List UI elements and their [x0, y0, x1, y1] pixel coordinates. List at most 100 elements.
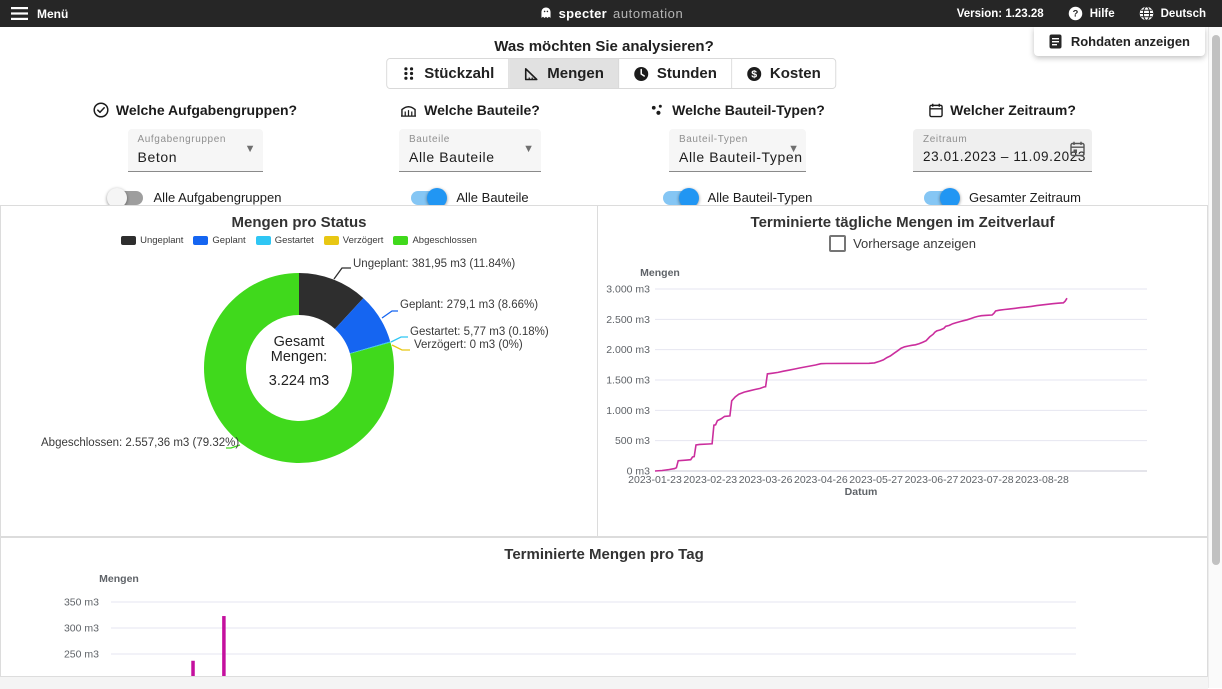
filter-bauteile: Welche Bauteile? Bauteile Alle Bauteile … [360, 102, 580, 205]
svg-text:2023-04-26: 2023-04-26 [794, 474, 848, 486]
filter-question: Welche Bauteile? [424, 102, 540, 118]
raw-data-button[interactable]: Rohdaten anzeigen [1034, 27, 1205, 56]
vorhersage-checkbox[interactable] [829, 235, 846, 252]
chevron-down-icon: ▼ [523, 143, 534, 155]
scrollbar-thumb[interactable] [1212, 35, 1220, 565]
toggle-label: Alle Aufgabengruppen [154, 190, 282, 205]
bar-chart-panel: Terminierte Mengen pro Tag 350 m3300 m32… [0, 537, 1208, 676]
calendar-icon [929, 103, 943, 118]
svg-text:?: ? [1072, 9, 1078, 19]
toggle-label: Alle Bauteil-Typen [708, 190, 813, 205]
menu-label: Menü [37, 7, 68, 21]
version-label: Version: 1.23.28 [957, 8, 1044, 20]
line-chart-svg: 0 m3500 m31.000 m31.500 m32.000 m32.500 … [598, 266, 1208, 506]
callout-abgeschlossen: Abgeschlossen: 2.557,36 m3 (79.32%) [41, 437, 223, 449]
callout-gestartet: Gestartet: 5,77 m3 (0.18%) [410, 326, 549, 338]
dollar-circle-icon: $ [746, 66, 762, 82]
cumulative-line-series [655, 298, 1067, 471]
filter-question: Welcher Zeitraum? [950, 102, 1076, 118]
chevron-down-icon: ▼ [245, 143, 256, 155]
language-button[interactable]: Deutsch [1139, 6, 1206, 21]
callout-line [391, 337, 408, 342]
filter-bauteil-typen: Welche Bauteil-Typen? Bauteil-Typen Alle… [620, 102, 855, 205]
filter-question: Welche Bauteil-Typen? [672, 102, 825, 118]
svg-text:300 m3: 300 m3 [64, 623, 99, 635]
page-bottom-strip [0, 676, 1208, 689]
svg-text:3.000 m3: 3.000 m3 [606, 284, 650, 296]
scatter-dots-icon [650, 103, 665, 118]
line-chart-title: Terminierte tägliche Mengen im Zeitverla… [598, 214, 1207, 231]
vertical-scrollbar [1208, 27, 1222, 688]
svg-text:Mengen: Mengen [99, 573, 139, 585]
charts-top-row: Mengen pro Status UngeplantGeplantGestar… [0, 205, 1208, 537]
svg-text:1.500 m3: 1.500 m3 [606, 375, 650, 387]
alle-aufgabengruppen-toggle[interactable] [109, 191, 143, 205]
set-square-icon [523, 66, 539, 82]
brand-name: specter [559, 6, 607, 21]
gesamter-zeitraum-toggle[interactable] [924, 191, 958, 205]
callout-ungeplant: Ungeplant: 381,95 m3 (11.84%) [353, 258, 515, 270]
callout-verzoegert: Verzögert: 0 m3 (0%) [414, 339, 523, 351]
toggle-label: Gesamter Zeitraum [969, 190, 1081, 205]
svg-text:2023-03-26: 2023-03-26 [739, 474, 793, 486]
raw-data-label: Rohdaten anzeigen [1071, 34, 1190, 49]
zeitraum-field[interactable]: Zeitraum 23.01.2023 – 11.09.2023 [913, 129, 1092, 172]
vorhersage-checkbox-label: Vorhersage anzeigen [853, 236, 976, 251]
alle-bauteil-typen-toggle[interactable] [663, 191, 697, 205]
svg-text:2023-08-28: 2023-08-28 [1015, 474, 1069, 486]
chevron-down-icon: ▼ [788, 143, 799, 155]
svg-text:Datum: Datum [845, 486, 878, 498]
app-header: specter automation Menü Version: 1.23.28… [0, 0, 1222, 27]
bauteil-typen-select[interactable]: Bauteil-Typen Alle Bauteil-Typen ▼ [669, 129, 806, 172]
bar-terminierte-menge[interactable] [191, 661, 195, 676]
hamburger-icon [11, 7, 28, 20]
filter-aufgabengruppen: Welche Aufgabengruppen? Aufgabengruppen … [60, 102, 330, 205]
check-circle-icon [93, 102, 109, 118]
callout-line [334, 268, 351, 279]
tab-stunden[interactable]: Stunden [619, 59, 732, 88]
svg-text:2023-06-27: 2023-06-27 [905, 474, 959, 486]
menu-button[interactable]: Menü [0, 7, 68, 21]
svg-text:350 m3: 350 m3 [64, 597, 99, 609]
svg-text:2023-07-28: 2023-07-28 [960, 474, 1014, 486]
language-label: Deutsch [1161, 8, 1206, 20]
filter-question: Welche Aufgabengruppen? [116, 102, 297, 118]
analyze-tabbar: Stückzahl Mengen Stunden $ Kosten [386, 58, 836, 89]
help-label: Hilfe [1090, 8, 1115, 20]
bar-chart-svg: 350 m3300 m3250 m3200 m3Mengen [1, 538, 1208, 676]
toggle-label: Alle Bauteile [456, 190, 528, 205]
svg-text:500 m3: 500 m3 [615, 435, 650, 447]
bauteile-select[interactable]: Bauteile Alle Bauteile ▼ [399, 129, 541, 172]
donut-center-label: Gesamt Mengen: 3.224 m3 [229, 335, 369, 389]
donut-chart-panel: Mengen pro Status UngeplantGeplantGestar… [1, 206, 598, 536]
tab-stueckzahl[interactable]: Stückzahl [387, 59, 509, 88]
help-button[interactable]: ? Hilfe [1068, 6, 1115, 21]
svg-text:2.500 m3: 2.500 m3 [606, 314, 650, 326]
callout-line [382, 311, 398, 318]
svg-text:2.000 m3: 2.000 m3 [606, 344, 650, 356]
svg-text:Mengen: Mengen [640, 267, 680, 279]
brand-suffix: automation [613, 6, 683, 21]
analyze-question: Was möchten Sie analysieren? [0, 38, 1208, 55]
svg-text:2023-02-23: 2023-02-23 [683, 474, 737, 486]
svg-text:2023-01-23: 2023-01-23 [628, 474, 682, 486]
globe-icon [1139, 6, 1154, 21]
filter-zeitraum: Welcher Zeitraum? Zeitraum 23.01.2023 – … [880, 102, 1125, 205]
tab-kosten[interactable]: $ Kosten [732, 59, 835, 88]
ghost-icon [539, 6, 553, 21]
alle-bauteile-toggle[interactable] [411, 191, 445, 205]
callout-line [392, 345, 410, 350]
clock-icon [633, 66, 649, 82]
svg-text:$: $ [751, 68, 757, 80]
line-chart-panel: Terminierte tägliche Mengen im Zeitverla… [598, 206, 1207, 536]
svg-text:2023-05-27: 2023-05-27 [849, 474, 903, 486]
grid-dots-icon [401, 66, 416, 81]
tab-mengen[interactable]: Mengen [509, 59, 619, 88]
aufgabengruppen-select[interactable]: Aufgabengruppen Beton ▼ [128, 129, 263, 172]
help-icon: ? [1068, 6, 1083, 21]
bar-terminierte-menge[interactable] [222, 616, 226, 676]
calendar-picker-icon[interactable] [1070, 141, 1085, 157]
svg-text:250 m3: 250 m3 [64, 649, 99, 661]
bridge-icon [400, 103, 417, 118]
document-icon [1049, 34, 1062, 49]
